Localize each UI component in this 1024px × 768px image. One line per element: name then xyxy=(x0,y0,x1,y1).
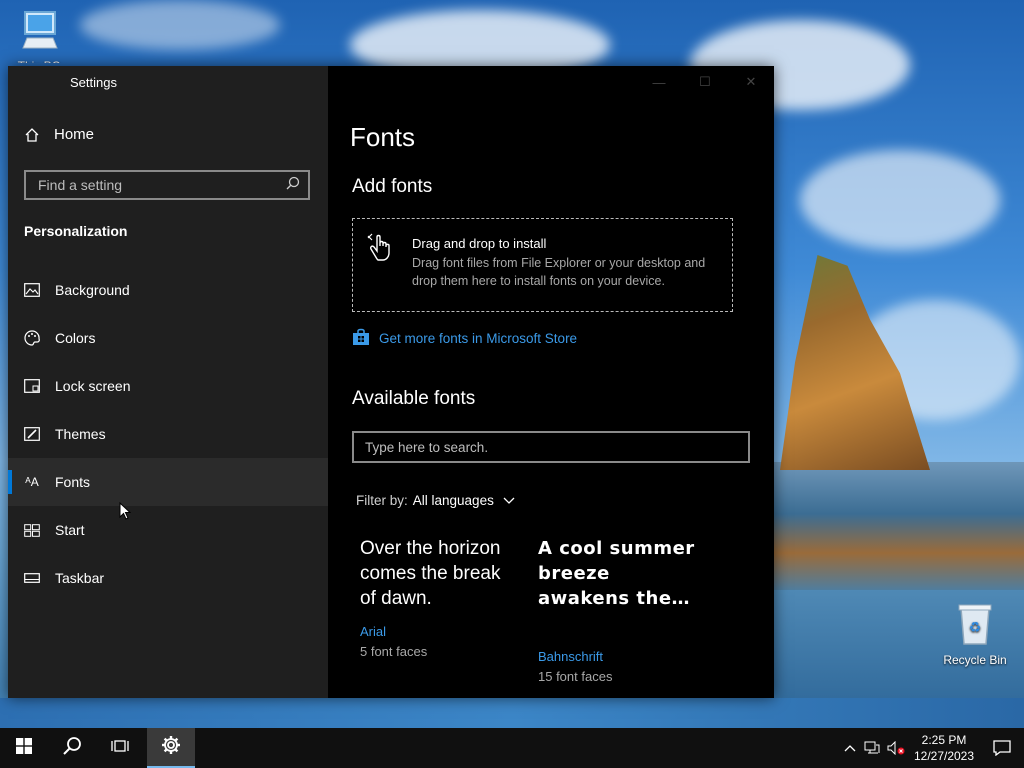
themes-icon xyxy=(24,426,40,442)
drag-hand-icon xyxy=(367,233,399,268)
filter-value: All languages xyxy=(412,493,494,508)
sidebar-item-label: Colors xyxy=(55,330,96,346)
page-title: Fonts xyxy=(350,122,416,152)
section-heading: Personalization xyxy=(24,223,128,239)
font-faces-count: 5 font faces xyxy=(360,644,428,659)
add-fonts-heading: Add fonts xyxy=(352,176,433,197)
desktop-wallpaper-sea xyxy=(774,462,1024,592)
this-pc-label: This PC xyxy=(4,59,74,63)
store-link-label: Get more fonts in Microsoft Store xyxy=(379,331,578,346)
search-icon xyxy=(62,736,82,761)
sidebar-item-background[interactable]: Background xyxy=(8,266,328,314)
image-icon xyxy=(24,282,40,298)
personalization-nav: Background Colors Lock screen Themes ᴬA … xyxy=(8,266,328,602)
windows-logo-icon xyxy=(16,737,32,759)
microsoft-store-link[interactable]: Get more fonts in Microsoft Store xyxy=(352,328,577,349)
chevron-down-icon xyxy=(503,493,515,508)
recycle-bin-icon: ♻ xyxy=(940,602,1010,649)
clock-date: 12/27/2023 xyxy=(913,749,975,763)
sidebar-item-label: Background xyxy=(55,282,130,298)
desktop-wallpaper-cloud xyxy=(80,0,280,50)
clock-time: 2:25 PM xyxy=(921,733,967,747)
maximize-button[interactable]: ☐ xyxy=(682,66,728,98)
sidebar-item-fonts[interactable]: ᴬA Fonts xyxy=(8,458,328,506)
drop-zone-title: Drag and drop to install xyxy=(412,236,547,251)
sidebar-item-label: Themes xyxy=(55,426,106,442)
home-icon xyxy=(24,127,40,143)
font-search-input[interactable] xyxy=(363,438,748,456)
sidebar-item-start[interactable]: Start xyxy=(8,506,328,554)
home-label: Home xyxy=(54,126,95,143)
sidebar-item-colors[interactable]: Colors xyxy=(8,314,328,362)
font-name: Bahnschrift xyxy=(538,649,604,664)
taskbar: 2:25 PM 12/27/2023 xyxy=(0,728,1024,768)
font-card-bahnschrift[interactable]: A cool summer breeze awakens the… Bahnsc… xyxy=(538,536,698,684)
font-drop-zone[interactable]: Drag and drop to install Drag font files… xyxy=(352,218,733,312)
font-sample-text: A cool summer breeze awakens the… xyxy=(538,538,695,609)
desktop-wallpaper-cloud xyxy=(800,150,1000,250)
close-button[interactable]: ✕ xyxy=(728,66,774,98)
font-sample-text: Over the horizon comes the break of dawn… xyxy=(360,538,501,609)
home-nav-item[interactable]: Home xyxy=(24,126,94,143)
sidebar-item-label: Taskbar xyxy=(55,570,105,586)
taskbar-icon xyxy=(24,570,40,586)
settings-search-box[interactable] xyxy=(24,170,310,200)
recycle-bin-desktop-icon[interactable]: ♻ Recycle Bin xyxy=(940,602,1010,667)
task-view-button[interactable] xyxy=(96,728,144,768)
lock-screen-icon xyxy=(24,378,40,394)
store-bag-icon xyxy=(352,328,370,349)
start-button[interactable] xyxy=(0,728,48,768)
minimize-button[interactable]: — xyxy=(636,66,682,98)
sidebar-item-label: Start xyxy=(55,522,85,538)
font-faces-count: 15 font faces xyxy=(538,669,613,684)
mouse-cursor-icon xyxy=(119,501,132,525)
filter-label: Filter by: xyxy=(356,493,408,508)
search-icon[interactable] xyxy=(286,176,300,195)
taskbar-clock[interactable]: 2:25 PM 12/27/2023 xyxy=(908,732,980,764)
computer-icon xyxy=(4,8,74,55)
palette-icon xyxy=(24,330,40,346)
volume-muted-icon[interactable] xyxy=(884,741,908,755)
settings-taskbar-button[interactable] xyxy=(147,728,195,768)
start-icon xyxy=(24,522,40,538)
window-controls: — ☐ ✕ xyxy=(636,66,774,98)
settings-search-input[interactable] xyxy=(36,176,286,194)
fonts-page: — ☐ ✕ Fonts Add fonts Drag and drop to i… xyxy=(328,66,774,698)
language-filter[interactable]: Filter by: All languages xyxy=(356,493,515,508)
svg-text:♻: ♻ xyxy=(969,620,982,636)
font-search-box[interactable] xyxy=(352,431,750,463)
fonts-icon: ᴬA xyxy=(25,475,39,489)
recycle-bin-label: Recycle Bin xyxy=(943,653,1007,667)
window-title: Settings xyxy=(70,75,117,90)
sidebar-item-label: Lock screen xyxy=(55,378,131,394)
search-button[interactable] xyxy=(48,728,96,768)
notification-icon[interactable] xyxy=(980,740,1024,756)
chevron-up-icon[interactable] xyxy=(840,744,860,752)
available-fonts-heading: Available fonts xyxy=(352,388,476,409)
font-name: Arial xyxy=(360,624,387,639)
settings-sidebar: Settings Home Personalization Background xyxy=(8,66,328,698)
system-tray: 2:25 PM 12/27/2023 xyxy=(840,728,1024,768)
this-pc-desktop-icon[interactable]: This PC xyxy=(4,8,74,63)
sidebar-item-taskbar[interactable]: Taskbar xyxy=(8,554,328,602)
task-view-icon xyxy=(111,738,129,759)
sidebar-item-themes[interactable]: Themes xyxy=(8,410,328,458)
sidebar-item-label: Fonts xyxy=(55,474,91,490)
network-icon[interactable] xyxy=(860,741,884,755)
font-card-arial[interactable]: Over the horizon comes the break of dawn… xyxy=(360,536,520,659)
sidebar-item-lock-screen[interactable]: Lock screen xyxy=(8,362,328,410)
desktop-wallpaper-strip xyxy=(0,698,1024,728)
drop-zone-description: Drag font files from File Explorer or yo… xyxy=(412,256,706,288)
gear-icon xyxy=(161,735,181,760)
settings-window: Settings Home Personalization Background xyxy=(8,66,774,698)
